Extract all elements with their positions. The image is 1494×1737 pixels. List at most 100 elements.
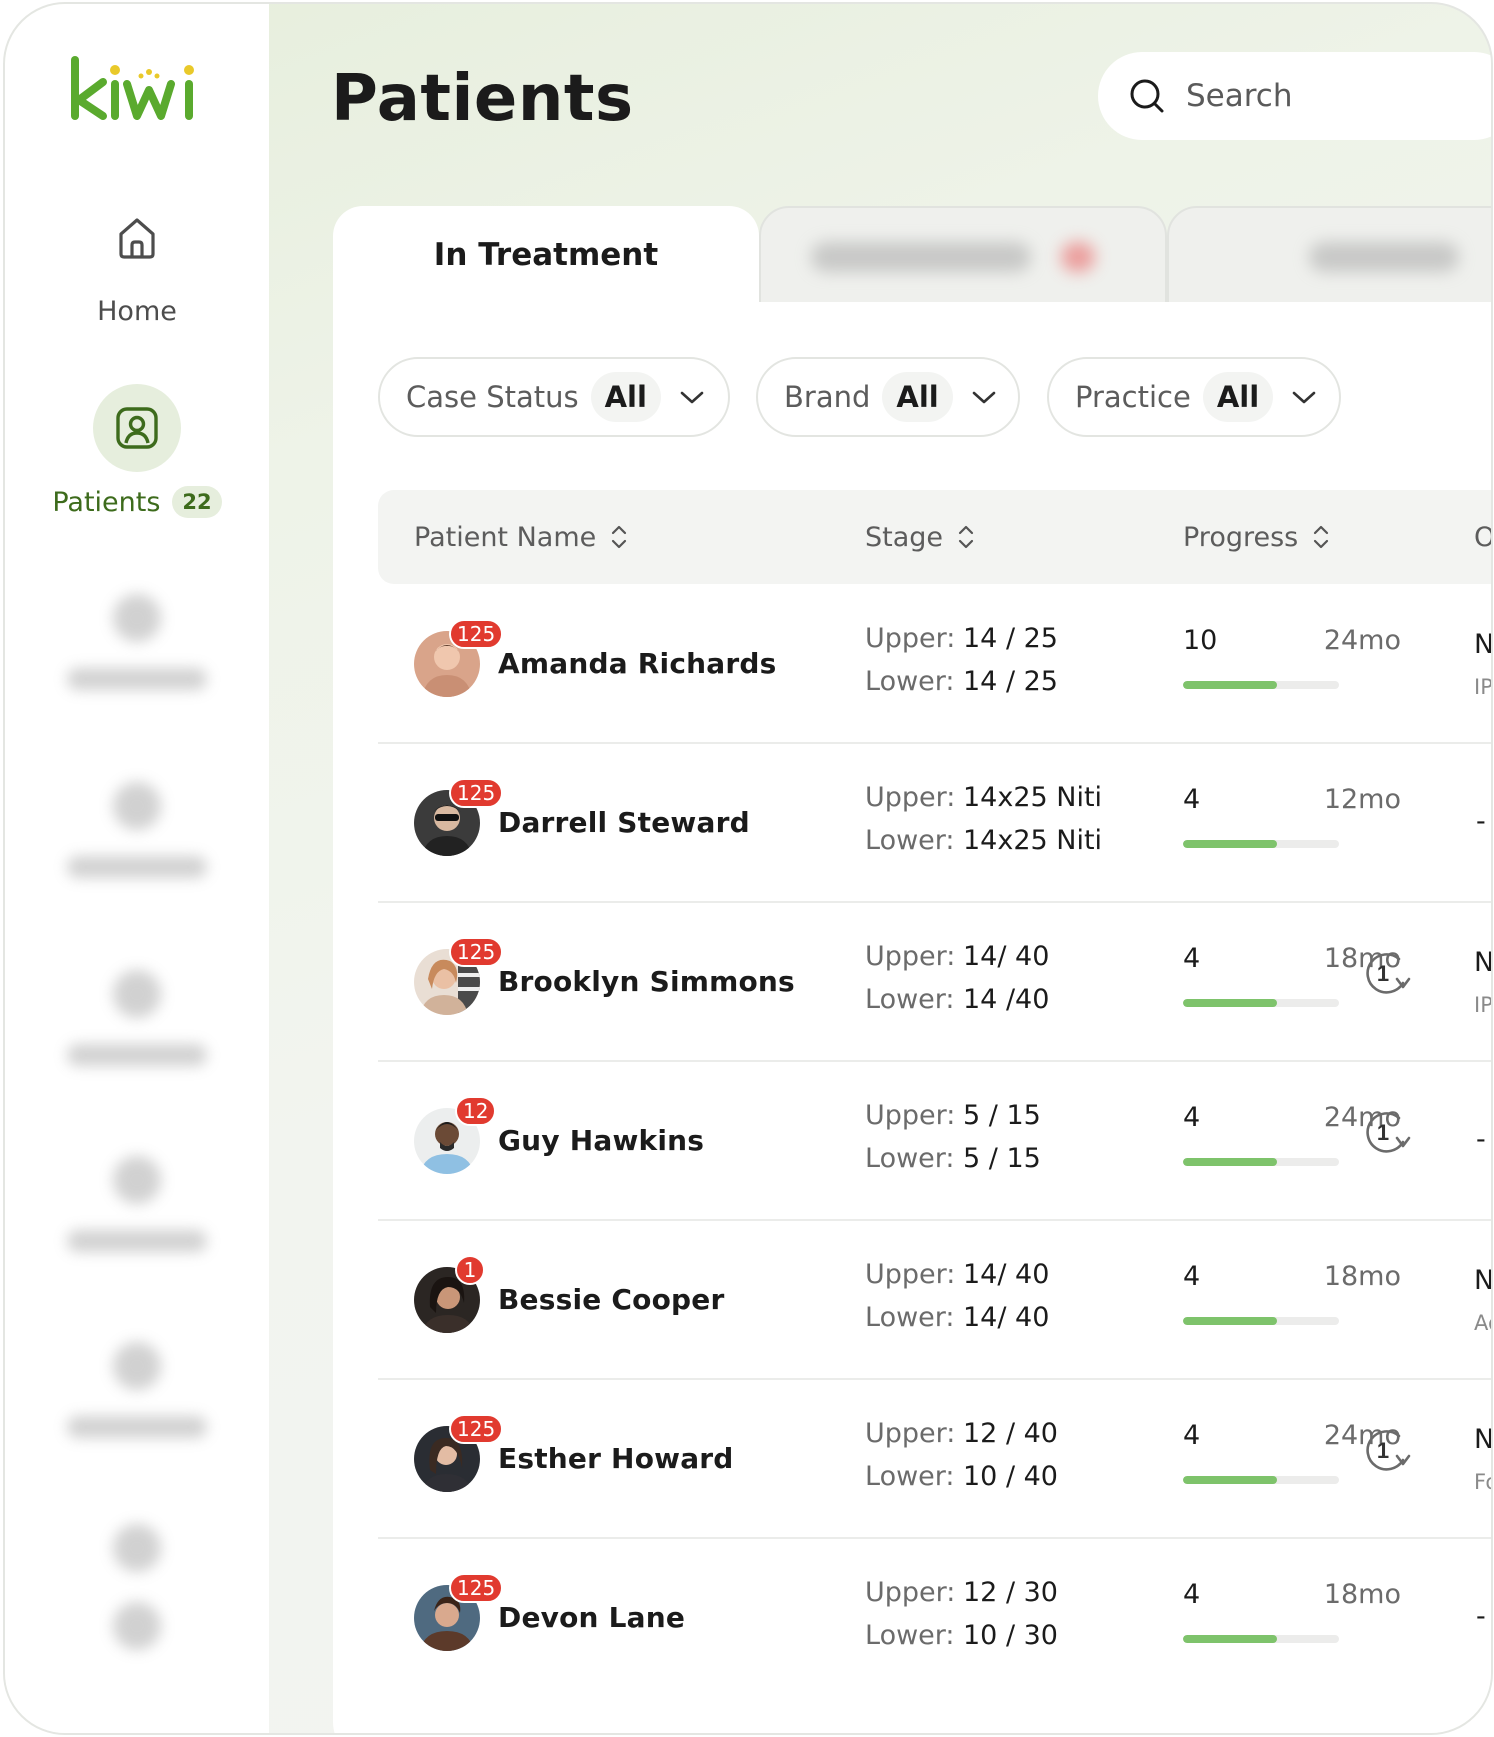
sidebar-item-hidden[interactable] xyxy=(5,1342,269,1438)
table-row[interactable]: 12 Guy Hawkins Upper: 5 / 15 Lower: 5 / 15… xyxy=(378,1062,1491,1221)
filter-label: Case Status xyxy=(406,380,579,414)
stage-upper: Upper: 14x25 Niti xyxy=(865,782,1103,813)
progress-value: 4 xyxy=(1183,943,1201,974)
user-card-icon xyxy=(116,407,158,449)
progress-fill xyxy=(1183,681,1277,689)
patient-name[interactable]: Brooklyn Simmons xyxy=(498,965,795,998)
search-box[interactable]: Search xyxy=(1098,52,1491,140)
column-header-of[interactable]: Of xyxy=(1474,490,1491,584)
cycle-count: 1 xyxy=(1377,1438,1389,1463)
tab-in-treatment[interactable]: In Treatment xyxy=(333,206,759,304)
progress-fill xyxy=(1183,1476,1277,1484)
patient-name[interactable]: Bessie Cooper xyxy=(498,1283,724,1316)
kiwi-logo[interactable] xyxy=(69,56,205,126)
stage-lower: Lower: 14/ 40 xyxy=(865,1302,1050,1333)
sort-icon xyxy=(1312,523,1330,551)
table-row[interactable]: 125 Devon Lane Upper: 12 / 30 Lower: 10 / … xyxy=(378,1539,1491,1698)
home-icon xyxy=(119,218,155,259)
progress-fill xyxy=(1183,1158,1277,1166)
progress-fill xyxy=(1183,840,1277,848)
table-row[interactable]: 1 Bessie Cooper Upper: 14/ 40 Lower: 14/ 4… xyxy=(378,1221,1491,1380)
filter-brand[interactable]: Brand All xyxy=(756,357,1020,437)
sidebar-item-patients[interactable]: Patients 22 xyxy=(5,384,269,518)
progress-value: 4 xyxy=(1183,1420,1201,1451)
search-input[interactable]: Search xyxy=(1186,78,1293,114)
progress-bar xyxy=(1183,1476,1339,1484)
progress-bar xyxy=(1183,999,1339,1007)
table-row[interactable]: 125 Darrell Steward Upper: 14x25 Niti Low… xyxy=(378,744,1491,903)
progress-fill xyxy=(1183,999,1277,1007)
notification-badge: 12 xyxy=(455,1096,497,1126)
sidebar-item-home[interactable]: Home xyxy=(5,194,269,327)
progress-value: 10 xyxy=(1183,625,1218,656)
filter-value: All xyxy=(1202,372,1274,422)
patient-name[interactable]: Devon Lane xyxy=(498,1601,685,1634)
filter-value: All xyxy=(590,372,661,422)
stage-lower: Lower: 14x25 Niti xyxy=(865,825,1103,856)
sidebar-item-label: Home xyxy=(97,296,177,327)
refresh-cycle-icon[interactable]: 1 xyxy=(1361,949,1415,1003)
progress-fill xyxy=(1183,1317,1277,1325)
notification-badge: 125 xyxy=(449,1573,504,1603)
stage-lower: Lower: 10 / 40 xyxy=(865,1461,1058,1492)
progress-bar xyxy=(1183,840,1339,848)
patients-panel: Case Status All Brand All Practice All P… xyxy=(333,302,1493,1733)
column-header-stage[interactable]: Stage xyxy=(865,490,975,584)
filter-label: Practice xyxy=(1075,380,1191,414)
tab-hidden[interactable] xyxy=(1167,206,1491,304)
progress-fill xyxy=(1183,1635,1277,1643)
sidebar-item-hidden[interactable] xyxy=(5,1524,269,1650)
tab-label: In Treatment xyxy=(433,237,659,273)
col4-value: Nc xyxy=(1474,629,1493,660)
sidebar-item-hidden[interactable] xyxy=(5,594,269,690)
user-card-icon-wrap xyxy=(93,384,181,472)
notification-badge: 125 xyxy=(449,1414,504,1444)
progress-bar xyxy=(1183,681,1339,689)
chevron-down-icon xyxy=(679,388,705,406)
filter-practice[interactable]: Practice All xyxy=(1047,357,1341,437)
sort-icon xyxy=(610,523,628,551)
progress-duration: 18mo xyxy=(1323,1579,1401,1610)
progress-duration: 12mo xyxy=(1323,784,1401,815)
progress-value: 4 xyxy=(1183,1579,1201,1610)
table-row[interactable]: 125 Amanda Richards Upper: 14 / 25 Lower:… xyxy=(378,585,1493,744)
col4-subtext: Fo xyxy=(1474,1470,1491,1494)
column-header-progress[interactable]: Progress xyxy=(1183,490,1330,584)
refresh-cycle-icon[interactable]: 1 xyxy=(1361,1108,1415,1162)
notification-badge: 1 xyxy=(455,1255,485,1285)
sidebar: Home Patients 22 xyxy=(5,4,269,1733)
col4-value: - xyxy=(1476,806,1486,837)
notification-badge: 125 xyxy=(449,619,504,649)
patient-name[interactable]: Darrell Steward xyxy=(498,806,750,839)
tab-hidden[interactable] xyxy=(759,206,1167,304)
table-row[interactable]: 125 Brooklyn Simmons Upper: 14/ 40 Lower:… xyxy=(378,903,1493,1062)
sidebar-item-hidden[interactable] xyxy=(5,970,269,1066)
patient-name[interactable]: Amanda Richards xyxy=(498,647,776,680)
sidebar-item-label: Patients 22 xyxy=(52,486,222,518)
progress-bar xyxy=(1183,1317,1339,1325)
patient-name[interactable]: Esther Howard xyxy=(498,1442,734,1475)
sort-icon xyxy=(957,523,975,551)
col4-subtext: IPR xyxy=(1474,675,1493,699)
progress-duration: 18mo xyxy=(1323,1261,1401,1292)
stage-lower: Lower: 14 /40 xyxy=(865,984,1050,1015)
chevron-down-icon xyxy=(971,388,997,406)
cycle-count: 1 xyxy=(1377,1120,1389,1145)
col4-value: Nc xyxy=(1474,947,1493,978)
filter-value: All xyxy=(882,372,953,422)
sidebar-item-hidden[interactable] xyxy=(5,782,269,878)
column-header-patient-name[interactable]: Patient Name xyxy=(414,490,628,584)
table-row[interactable]: 125 Esther Howard Upper: 12 / 40 Lower: 10… xyxy=(378,1380,1491,1539)
stage-upper: Upper: 14/ 40 xyxy=(865,1259,1050,1290)
sidebar-item-hidden[interactable] xyxy=(5,1156,269,1252)
col4-value: - xyxy=(1476,1601,1486,1632)
stage-lower: Lower: 14 / 25 xyxy=(865,666,1058,697)
progress-value: 4 xyxy=(1183,784,1201,815)
filter-label: Brand xyxy=(784,380,871,414)
filter-case-status[interactable]: Case Status All xyxy=(378,357,730,437)
progress-bar xyxy=(1183,1635,1339,1643)
refresh-cycle-icon[interactable]: 1 xyxy=(1361,1426,1415,1480)
home-icon-wrap xyxy=(93,194,181,282)
col4-subtext: Ad xyxy=(1474,1311,1491,1335)
patient-name[interactable]: Guy Hawkins xyxy=(498,1124,704,1157)
